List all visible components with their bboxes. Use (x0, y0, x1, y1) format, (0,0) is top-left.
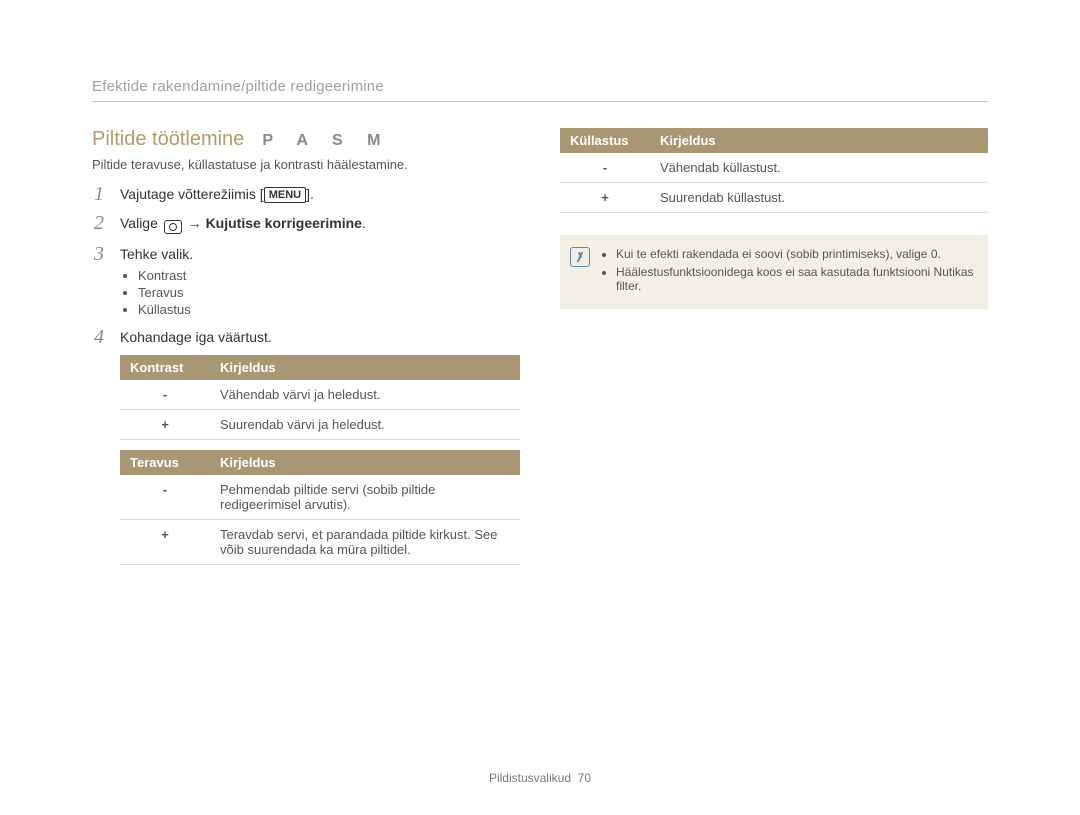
list-item: Kontrast (138, 268, 520, 283)
cell-desc: Pehmendab piltide servi (sobib piltide r… (210, 475, 520, 520)
step-2-prefix: Valige (120, 215, 162, 231)
footer-page-number: 70 (578, 771, 591, 785)
table-row: - Vähendab värvi ja heledust. (120, 380, 520, 410)
th-kontrast: Kontrast (120, 355, 210, 380)
table-kontrast: Kontrast Kirjeldus - Vähendab värvi ja h… (120, 355, 520, 440)
table-row: + Suurendab küllastust. (560, 183, 988, 213)
th-kirjeldus: Kirjeldus (210, 355, 520, 380)
th-teravus: Teravus (120, 450, 210, 475)
table-teravus: Teravus Kirjeldus - Pehmendab piltide se… (120, 450, 520, 565)
cell-key: - (120, 380, 210, 410)
note-item: Häälestusfunktsioonidega koos ei saa kas… (616, 265, 974, 293)
cell-key: + (120, 410, 210, 440)
table-row: + Suurendab värvi ja heledust. (120, 410, 520, 440)
note-list: Kui te efekti rakendada ei soovi (sobib … (600, 247, 974, 297)
title-text: Piltide töötlemine (92, 128, 244, 151)
page-title: Piltide töötlemine P A S M (92, 128, 520, 151)
cell-desc: Vähendab värvi ja heledust. (210, 380, 520, 410)
left-column: Piltide töötlemine P A S M Piltide terav… (92, 128, 520, 577)
menu-key-icon: MENU (264, 187, 306, 203)
step-3-sublist: Kontrast Teravus Küllastus (120, 268, 520, 317)
list-item: Küllastus (138, 302, 520, 317)
step-4: Kohandage iga väärtust. Kontrast Kirjeld… (92, 329, 520, 565)
step-1-prefix: Vajutage võtterežiimis [ (120, 186, 264, 202)
cell-key: - (120, 475, 210, 520)
cell-desc: Teravdab servi, et parandada piltide kir… (210, 520, 520, 565)
page-footer: Pildistusvalikud 70 (0, 771, 1080, 785)
content-columns: Piltide töötlemine P A S M Piltide terav… (92, 128, 988, 577)
table-row: + Teravdab servi, et parandada piltide k… (120, 520, 520, 565)
mode-letters: P A S M (262, 132, 390, 150)
cell-desc: Vähendab küllastust. (650, 153, 988, 183)
step-1-suffix: ]. (306, 186, 314, 202)
step-1: Vajutage võtterežiimis [MENU]. (92, 186, 520, 203)
step-4-text: Kohandage iga väärtust. (120, 329, 272, 345)
note-box: Kui te efekti rakendada ei soovi (sobib … (560, 235, 988, 309)
table-kyllastus: Küllastus Kirjeldus - Vähendab küllastus… (560, 128, 988, 213)
table-row: - Pehmendab piltide servi (sobib piltide… (120, 475, 520, 520)
breadcrumb: Efektide rakendamine/piltide redigeerimi… (92, 78, 988, 102)
step-2-suffix: . (362, 215, 366, 231)
step-3: Tehke valik. Kontrast Teravus Küllastus (92, 246, 520, 317)
th-kirjeldus: Kirjeldus (210, 450, 520, 475)
step-2-bold: Kujutise korrigeerimine (206, 215, 362, 231)
cell-key: + (560, 183, 650, 213)
subtitle: Piltide teravuse, küllastatuse ja kontra… (92, 157, 520, 172)
camera-icon (164, 220, 182, 234)
table-row: - Vähendab küllastust. (560, 153, 988, 183)
step-2-arrow: → (184, 215, 206, 231)
steps-list: Vajutage võtterežiimis [MENU]. Valige → … (92, 186, 520, 565)
list-item: Teravus (138, 285, 520, 300)
right-column: Küllastus Kirjeldus - Vähendab küllastus… (560, 128, 988, 577)
th-kirjeldus: Kirjeldus (650, 128, 988, 153)
step-2: Valige → Kujutise korrigeerimine. (92, 215, 520, 234)
cell-key: + (120, 520, 210, 565)
note-item: Kui te efekti rakendada ei soovi (sobib … (616, 247, 974, 261)
cell-desc: Suurendab värvi ja heledust. (210, 410, 520, 440)
th-kyllastus: Küllastus (560, 128, 650, 153)
footer-section: Pildistusvalikud (489, 771, 571, 785)
step-3-text: Tehke valik. (120, 246, 193, 262)
cell-key: - (560, 153, 650, 183)
cell-desc: Suurendab küllastust. (650, 183, 988, 213)
note-icon (570, 247, 590, 267)
